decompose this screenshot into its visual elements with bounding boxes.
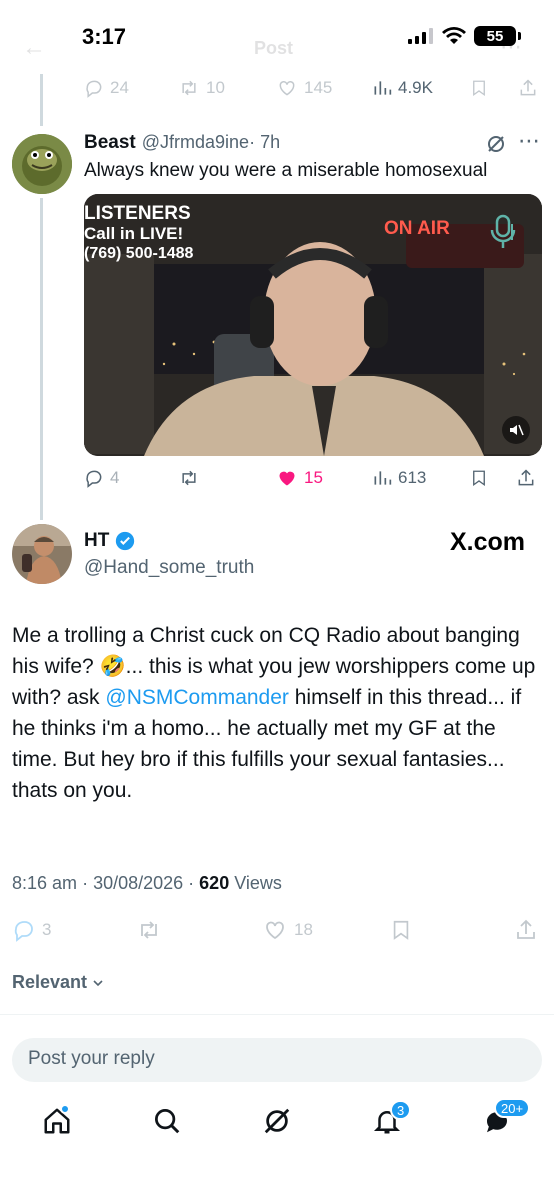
home-unread-dot <box>60 1104 70 1114</box>
page-title: Post <box>254 38 294 58</box>
tweet-meta: 8:16 am · 30/08/2026 · 620 Views <box>12 873 282 893</box>
like-count: 18 <box>294 920 313 939</box>
main-tweet-text: Me a trolling a Christ cuck on CQ Radio … <box>12 620 542 806</box>
repost-icon <box>182 80 196 96</box>
x-com-watermark: X.com <box>450 528 526 556</box>
repost-count: 10 <box>206 78 225 97</box>
heart-icon <box>279 80 295 96</box>
more-options-icon[interactable]: ⋯ <box>518 128 540 154</box>
grok-icon <box>264 1108 290 1134</box>
bookmark-button[interactable] <box>470 78 488 98</box>
reply-icon <box>14 921 33 942</box>
search-icon <box>155 1109 180 1134</box>
notifications-tab[interactable]: 3 <box>372 1100 412 1141</box>
reply-icon <box>86 80 102 98</box>
grok-tab[interactable] <box>262 1106 292 1141</box>
cellular-signal-icon <box>408 28 433 44</box>
notifications-badge: 3 <box>390 1100 412 1120</box>
like-count: 15 <box>304 468 323 487</box>
replies-sort-dropdown[interactable]: Relevant <box>12 972 105 993</box>
reply-button[interactable]: 3 <box>12 918 51 942</box>
home-tab[interactable] <box>42 1104 72 1141</box>
reply-button[interactable]: 4 <box>84 468 119 488</box>
microphone-icon <box>488 214 518 255</box>
avatar-ht[interactable] <box>12 524 72 584</box>
tweet-time[interactable]: 8:16 am <box>12 873 77 893</box>
back-arrow-icon[interactable]: ← <box>22 34 46 62</box>
bookmark-icon <box>473 470 485 487</box>
chevron-down-icon <box>93 979 103 986</box>
share-icon <box>517 919 535 939</box>
views-button[interactable]: 4.9K <box>372 78 433 98</box>
views-count: 613 <box>398 468 427 487</box>
more-icon[interactable]: ⋯ <box>500 34 522 60</box>
heart-icon <box>266 921 284 940</box>
caption-line-3: (769) 500-1488 <box>84 245 194 262</box>
reply-count: 4 <box>110 468 120 487</box>
share-button[interactable] <box>518 78 538 98</box>
video-media[interactable]: LISTENERS Call in LIVE! (769) 500-1488 O… <box>84 194 542 456</box>
main-tweet-name-row: HT <box>84 530 135 552</box>
repost-icon <box>182 470 196 486</box>
bookmark-icon <box>473 80 485 97</box>
reply-count: 24 <box>110 78 129 97</box>
views-count: 4.9K <box>398 78 433 97</box>
bookmark-button[interactable] <box>470 468 488 488</box>
avatar-beast[interactable] <box>12 134 72 194</box>
mention-link[interactable]: @NSMCommander <box>105 686 289 709</box>
thread-line <box>40 198 43 520</box>
bookmark-icon <box>393 920 409 940</box>
repost-button[interactable] <box>178 468 200 488</box>
search-tab[interactable] <box>152 1106 182 1141</box>
views-button[interactable]: 613 <box>372 468 426 488</box>
repost-icon <box>141 921 157 939</box>
heart-filled-icon <box>279 471 295 486</box>
like-button[interactable]: 145 <box>276 78 332 98</box>
tweet-time: · 7h <box>249 132 281 152</box>
share-button[interactable] <box>514 918 538 942</box>
messages-badge: 20+ <box>494 1098 531 1118</box>
like-button[interactable]: 15 <box>276 468 323 488</box>
author-name[interactable]: HT <box>84 530 109 552</box>
caption-line-2: Call in LIVE! <box>84 224 184 243</box>
views-count: 620 <box>199 873 230 893</box>
reply-count: 3 <box>42 920 52 939</box>
reply-placeholder: Post your reply <box>28 1048 155 1069</box>
mute-icon[interactable] <box>502 416 530 444</box>
author-name[interactable]: Beast <box>84 132 136 154</box>
author-handle[interactable]: @Jfrmda9ine <box>142 132 249 153</box>
reply-icon <box>86 470 102 488</box>
author-handle[interactable]: @Hand_some_truth <box>84 557 254 579</box>
on-air-sign: ON AIR <box>384 218 450 239</box>
video-caption: LISTENERS Call in LIVE! (769) 500-1488 <box>84 204 193 264</box>
views-icon <box>374 81 392 95</box>
share-icon <box>518 469 534 486</box>
share-button[interactable] <box>516 468 536 488</box>
views-label: Views <box>234 873 282 893</box>
status-bar: 3:17 55 <box>0 0 554 74</box>
grok-icon[interactable] <box>484 132 508 161</box>
messages-tab[interactable]: 20+ <box>482 1098 531 1141</box>
repost-button[interactable]: 10 <box>178 78 225 98</box>
divider <box>0 1014 554 1015</box>
reply-button[interactable]: 24 <box>84 78 129 98</box>
replies-sort-label: Relevant <box>12 972 88 992</box>
status-time: 3:17 <box>82 24 127 49</box>
like-count: 145 <box>304 78 333 97</box>
tweet-header: Beast @Jfrmda9ine · 7h <box>84 132 280 154</box>
wifi-icon <box>442 27 466 44</box>
tweet-text: Always knew you were a miserable homosex… <box>84 160 488 181</box>
verified-badge-icon <box>116 531 135 551</box>
repost-button[interactable] <box>136 918 162 942</box>
caption-line-1: LISTENERS <box>84 203 191 224</box>
bookmark-button[interactable] <box>390 918 412 942</box>
like-button[interactable]: 18 <box>262 918 313 942</box>
share-icon <box>520 79 536 96</box>
views-icon <box>374 471 392 485</box>
tweet-date[interactable]: 30/08/2026 <box>93 873 183 893</box>
